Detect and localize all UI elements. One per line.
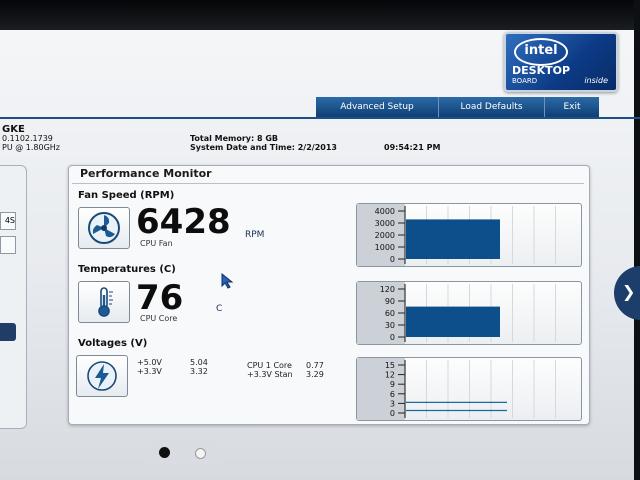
voltage-name-3: CPU 1 Core: [247, 361, 292, 370]
voltage-graph: 15 12 9 6 3 0: [356, 357, 582, 421]
temperature-source-label: CPU Core: [140, 314, 178, 323]
temp-graph-tick-label: 120: [380, 285, 395, 294]
fan-speed-unit: RPM: [245, 230, 265, 240]
voltage-value-1: 5.04: [190, 358, 208, 367]
voltage-name-2: +3.3V: [137, 367, 162, 376]
intel-desktop-board-logo: intel DESKTOP BOARD inside: [504, 32, 618, 92]
fan-speed-graph-plot: 4000 3000 2000 1000 0: [357, 204, 556, 266]
lightning-icon[interactable]: [76, 355, 128, 397]
page-dot-active[interactable]: [159, 447, 170, 458]
voltage-value-2: 3.32: [190, 367, 208, 376]
voltage-name-4: +3.3V Stan: [247, 370, 293, 379]
fan-graph-tick-label: 2000: [375, 231, 395, 240]
load-defaults-button[interactable]: Load Defaults: [439, 97, 545, 117]
volt-graph-tick-label: 3: [390, 399, 395, 408]
system-date: System Date and Time: 2/2/2013: [190, 143, 337, 152]
left-side-panel: [0, 165, 27, 429]
page-indicator: [145, 440, 223, 466]
chevron-right-icon: ❯: [622, 282, 636, 301]
fan-speed-value: 6428: [136, 202, 231, 242]
temp-graph-tick-label: 60: [385, 309, 395, 318]
left-panel-button-2[interactable]: [0, 236, 16, 254]
fan-graph-level-bar: [406, 219, 500, 259]
temperature-graph: 120 90 60 30 0: [356, 281, 582, 345]
voltage-graph-plot: 15129630: [357, 358, 556, 420]
total-memory: Total Memory: 8 GB: [190, 134, 279, 143]
fan-speed-graph: 4000 3000 2000 1000 0: [356, 203, 582, 267]
intel-inside-text: inside: [584, 76, 608, 85]
temperature-graph-plot: 120 90 60 30 0: [357, 282, 556, 344]
exit-button[interactable]: Exit: [545, 97, 599, 117]
voltages-label: Voltages (V): [78, 338, 148, 349]
voltage-name-1: +5.0V: [137, 358, 162, 367]
intel-sub-text: BOARD: [512, 77, 538, 85]
volt-graph-tick-label: 6: [390, 390, 395, 399]
voltage-value-4: 3.29: [306, 370, 324, 379]
title-divider: [72, 183, 584, 184]
thermometer-icon[interactable]: [78, 281, 130, 323]
temp-graph-tick-label: 30: [385, 321, 395, 330]
intel-logo-text: intel: [514, 38, 568, 66]
fan-source-label: CPU Fan: [140, 239, 173, 248]
intel-product-text: DESKTOP: [512, 64, 571, 77]
volt-graph-tick-label: 15: [385, 361, 395, 370]
fan-graph-tick-label: 4000: [375, 207, 395, 216]
fan-graph-tick-label: 0: [390, 255, 395, 264]
page-dot-inactive[interactable]: [195, 448, 206, 459]
bios-version: 0.1102.1739: [2, 134, 53, 143]
system-time: 09:54:21 PM: [384, 143, 441, 152]
temperature-value: 76: [136, 278, 184, 318]
left-panel-selected-item[interactable]: [0, 323, 16, 341]
monitor-bezel-right: [634, 0, 640, 480]
fan-icon[interactable]: [78, 207, 130, 249]
advanced-setup-button[interactable]: Advanced Setup: [316, 97, 439, 117]
volt-graph-tick-label: 0: [390, 409, 395, 418]
mouse-cursor-icon: [221, 273, 234, 289]
fan-speed-label: Fan Speed (RPM): [78, 190, 175, 201]
top-menu-bar: Advanced Setup Load Defaults Exit: [316, 97, 599, 117]
voltage-value-3: 0.77: [306, 361, 324, 370]
temp-graph-tick-label: 0: [390, 333, 395, 342]
cpu-speed: PU @ 1.80GHz: [2, 143, 60, 152]
fan-graph-tick-label: 1000: [375, 243, 395, 252]
left-panel-button[interactable]: 4S: [0, 212, 16, 230]
volt-graph-axis-band: [357, 358, 405, 420]
temp-graph-tick-label: 90: [385, 297, 395, 306]
volt-graph-tick-label: 9: [390, 380, 395, 389]
fan-graph-tick-label: 3000: [375, 219, 395, 228]
temperature-unit: C: [216, 304, 223, 314]
temperatures-label: Temperatures (C): [78, 264, 176, 275]
volt-graph-tick-label: 12: [385, 371, 395, 380]
monitor-bezel-top: [0, 0, 640, 30]
temp-graph-level-bar: [406, 306, 500, 337]
menu-divider-line: [0, 117, 640, 119]
performance-monitor-title: Performance Monitor: [80, 167, 212, 180]
